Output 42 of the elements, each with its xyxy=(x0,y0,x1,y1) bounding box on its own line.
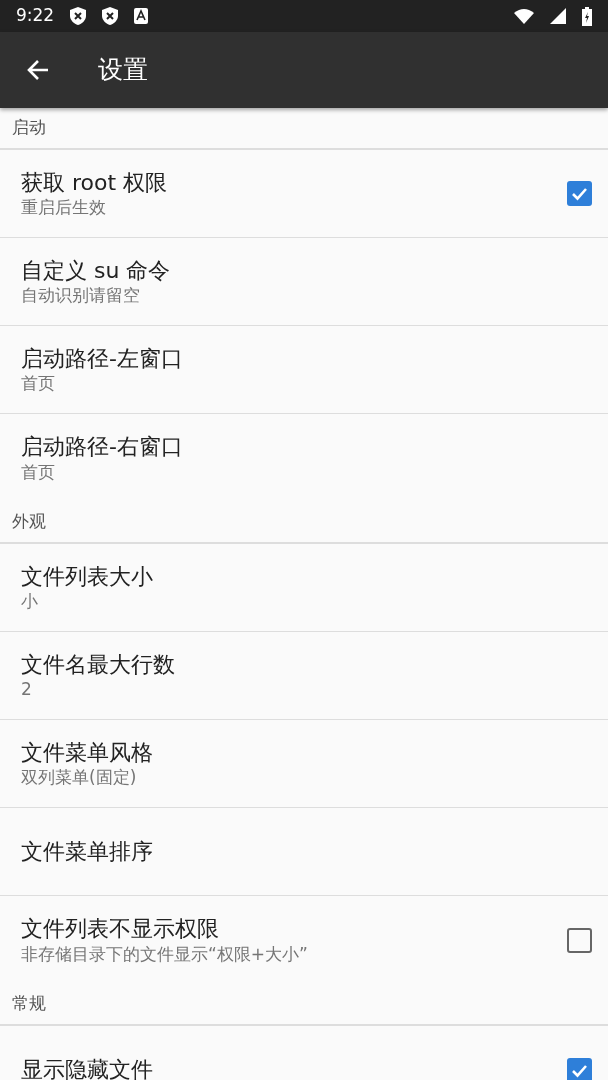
shield-icon xyxy=(70,7,87,25)
settings-item[interactable]: 文件列表不显示权限 非存储目录下的文件显示“权限+大小” xyxy=(0,896,608,984)
item-summary: 小 xyxy=(21,590,39,613)
item-summary: 非存储目录下的文件显示“权限+大小” xyxy=(21,942,309,965)
checkbox[interactable] xyxy=(567,181,592,206)
item-title: 显示隐藏文件 xyxy=(21,1056,154,1080)
settings-item[interactable]: 文件列表大小 小 xyxy=(0,544,608,632)
item-summary: 首页 xyxy=(21,460,56,483)
settings-item[interactable]: 文件名最大行数 2 xyxy=(0,632,608,720)
item-title: 文件菜单风格 xyxy=(21,738,154,767)
checkbox[interactable] xyxy=(567,927,592,953)
item-summary: 2 xyxy=(21,678,33,701)
section-header: 常规 xyxy=(0,984,608,1026)
item-title: 文件名最大行数 xyxy=(21,650,176,679)
settings-item[interactable]: 文件菜单排序 xyxy=(0,808,608,896)
item-summary: 重启后生效 xyxy=(21,196,107,219)
app-notification-icon xyxy=(134,8,149,24)
item-title: 文件列表不显示权限 xyxy=(21,915,220,943)
section-header: 启动 xyxy=(0,108,608,150)
status-time: 9:22 xyxy=(16,4,55,28)
item-summary: 自动识别请留空 xyxy=(21,284,141,307)
item-summary: 双列菜单(固定) xyxy=(21,766,138,789)
settings-item[interactable]: 文件菜单风格 双列菜单(固定) xyxy=(0,720,608,808)
signal-icon xyxy=(550,8,566,24)
battery-charging-icon xyxy=(582,6,592,26)
checkbox[interactable] xyxy=(567,1057,592,1080)
item-title: 自定义 su 命令 xyxy=(21,256,172,285)
item-title: 获取 root 权限 xyxy=(21,168,169,197)
settings-item[interactable]: 显示隐藏文件 xyxy=(0,1026,608,1080)
app-bar-title: 设置 xyxy=(98,54,148,87)
shield-icon xyxy=(102,7,119,25)
settings-item[interactable]: 获取 root 权限 重启后生效 xyxy=(0,150,608,238)
settings-item[interactable]: 启动路径-左窗口 首页 xyxy=(0,326,608,414)
settings-item[interactable]: 自定义 su 命令 自动识别请留空 xyxy=(0,238,608,326)
section-header: 外观 xyxy=(0,502,608,544)
item-title: 文件菜单排序 xyxy=(21,837,154,866)
item-title: 文件列表大小 xyxy=(21,562,154,591)
item-summary: 首页 xyxy=(21,372,56,395)
item-title: 启动路径-左窗口 xyxy=(21,344,184,373)
settings-item[interactable]: 启动路径-右窗口 首页 xyxy=(0,414,608,502)
item-title: 启动路径-右窗口 xyxy=(21,433,184,461)
wifi-icon xyxy=(514,8,534,24)
